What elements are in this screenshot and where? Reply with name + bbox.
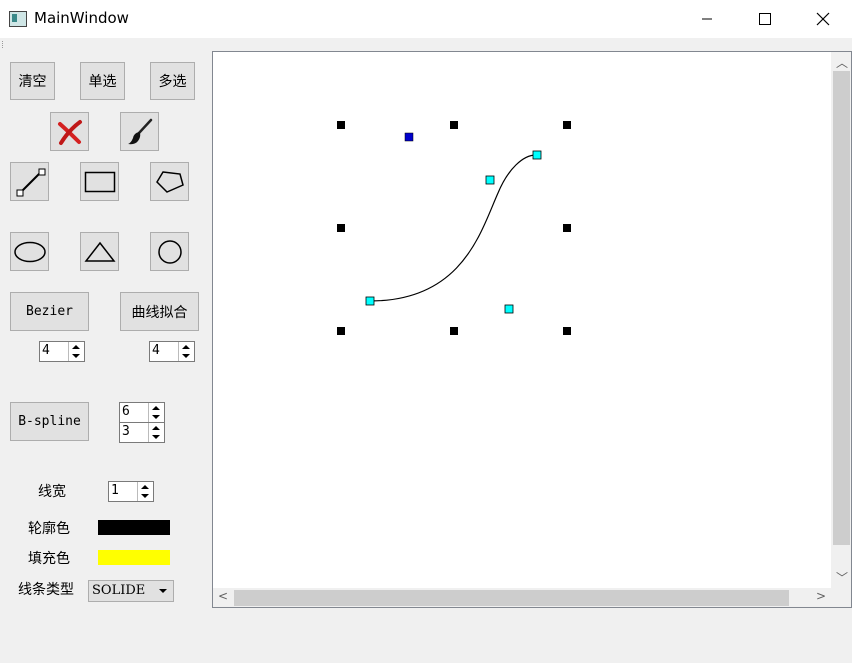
circle-tool-button[interactable] <box>150 232 189 271</box>
bspline-button[interactable]: B-spline <box>10 402 89 441</box>
rectangle-tool-icon <box>84 171 115 192</box>
bezier-degree-value: 4 <box>42 343 50 358</box>
scroll-corner <box>831 588 851 607</box>
spin-arrows[interactable] <box>137 482 153 501</box>
bezier-degree-spinbox[interactable]: 4 <box>39 341 85 362</box>
curve-fit-button[interactable]: 曲线拟合 <box>120 292 199 331</box>
outline-color-label: 轮廓色 <box>28 521 70 537</box>
bounding-handle[interactable] <box>563 224 571 232</box>
ellipse-tool-button[interactable] <box>10 232 49 271</box>
spin-arrows[interactable] <box>148 423 164 442</box>
bounding-handle[interactable] <box>450 327 458 335</box>
ellipse-tool-icon <box>13 241 46 262</box>
window-title: MainWindow <box>34 9 129 27</box>
vertical-scrollbar[interactable]: ︿ ﹀ <box>831 52 851 588</box>
red-x-icon <box>57 119 82 145</box>
bounding-handle[interactable] <box>337 327 345 335</box>
line-width-label: 线宽 <box>38 484 66 500</box>
spin-up-icon[interactable] <box>152 426 160 430</box>
line-type-dropdown[interactable]: SOLIDE <box>88 580 174 602</box>
horizontal-scroll-thumb[interactable] <box>234 590 789 606</box>
bounding-handle[interactable] <box>337 224 345 232</box>
bspline-order-value: 3 <box>122 424 130 439</box>
polygon-tool-icon <box>155 170 184 193</box>
bounding-handle[interactable] <box>450 121 458 129</box>
spin-arrows[interactable] <box>68 342 84 361</box>
spin-down-icon[interactable] <box>182 354 190 358</box>
close-button[interactable] <box>800 0 846 38</box>
line-tool-button[interactable] <box>10 162 49 201</box>
spin-down-icon[interactable] <box>152 435 160 439</box>
single-select-button[interactable]: 单选 <box>80 62 125 100</box>
selected-control-point[interactable] <box>404 132 414 142</box>
title-bar: MainWindow <box>0 0 852 38</box>
bounding-handle[interactable] <box>337 121 345 129</box>
maximize-button[interactable] <box>742 0 788 38</box>
bounding-handle[interactable] <box>563 121 571 129</box>
curve-fit-value: 4 <box>152 343 160 358</box>
spin-down-icon[interactable] <box>152 415 160 419</box>
scroll-right-icon[interactable]: > <box>816 589 826 603</box>
bounding-handle[interactable] <box>563 327 571 335</box>
paintbrush-icon <box>127 118 152 144</box>
vertical-scroll-thumb[interactable] <box>833 71 850 545</box>
toolbar-grip[interactable] <box>2 41 6 48</box>
line-type-value: SOLIDE <box>92 583 146 598</box>
app-icon <box>9 11 27 27</box>
scroll-up-icon[interactable]: ︿ <box>836 54 848 71</box>
brush-button[interactable] <box>120 112 159 151</box>
bspline-order-spinbox[interactable]: 3 <box>119 422 165 443</box>
circle-tool-icon <box>157 239 182 264</box>
toolbar-strip <box>0 38 852 52</box>
outline-color-swatch[interactable] <box>98 520 170 535</box>
drawing-canvas[interactable] <box>212 51 852 608</box>
bezier-button[interactable]: Bezier <box>10 292 89 331</box>
multi-select-button[interactable]: 多选 <box>150 62 195 100</box>
scroll-left-icon[interactable]: < <box>218 589 228 603</box>
minimize-icon <box>702 18 712 20</box>
spin-arrows[interactable] <box>178 342 194 361</box>
fill-color-swatch[interactable] <box>98 550 170 565</box>
triangle-tool-button[interactable] <box>80 232 119 271</box>
spin-up-icon[interactable] <box>182 345 190 349</box>
chevron-down-icon <box>159 589 167 593</box>
scroll-down-icon[interactable]: ﹀ <box>836 569 848 586</box>
bspline-points-value: 6 <box>122 404 130 419</box>
spin-down-icon[interactable] <box>141 494 149 498</box>
line-type-label: 线条类型 <box>18 582 74 598</box>
triangle-tool-icon <box>83 241 116 262</box>
delete-button[interactable] <box>50 112 89 151</box>
spin-up-icon[interactable] <box>72 345 80 349</box>
bspline-points-spinbox[interactable]: 6 <box>119 402 165 423</box>
close-icon <box>816 12 830 26</box>
bezier-curve[interactable] <box>369 154 537 302</box>
control-point[interactable] <box>485 175 495 185</box>
rectangle-tool-button[interactable] <box>80 162 119 201</box>
line-width-spinbox[interactable]: 1 <box>108 481 154 502</box>
horizontal-scrollbar[interactable]: < > <box>213 588 831 607</box>
line-tool-icon <box>16 168 45 196</box>
fill-color-label: 填充色 <box>28 551 70 567</box>
spin-up-icon[interactable] <box>152 406 160 410</box>
spin-down-icon[interactable] <box>72 354 80 358</box>
control-point[interactable] <box>532 150 542 160</box>
canvas-drawing[interactable] <box>213 52 831 588</box>
spin-up-icon[interactable] <box>141 485 149 489</box>
spin-arrows[interactable] <box>148 403 164 422</box>
control-point[interactable] <box>504 304 514 314</box>
line-width-value: 1 <box>111 483 119 498</box>
polygon-tool-button[interactable] <box>150 162 189 201</box>
control-point[interactable] <box>365 296 375 306</box>
maximize-icon <box>759 13 771 25</box>
clear-button[interactable]: 清空 <box>10 62 55 100</box>
minimize-button[interactable] <box>684 0 730 38</box>
curve-fit-spinbox[interactable]: 4 <box>149 341 195 362</box>
